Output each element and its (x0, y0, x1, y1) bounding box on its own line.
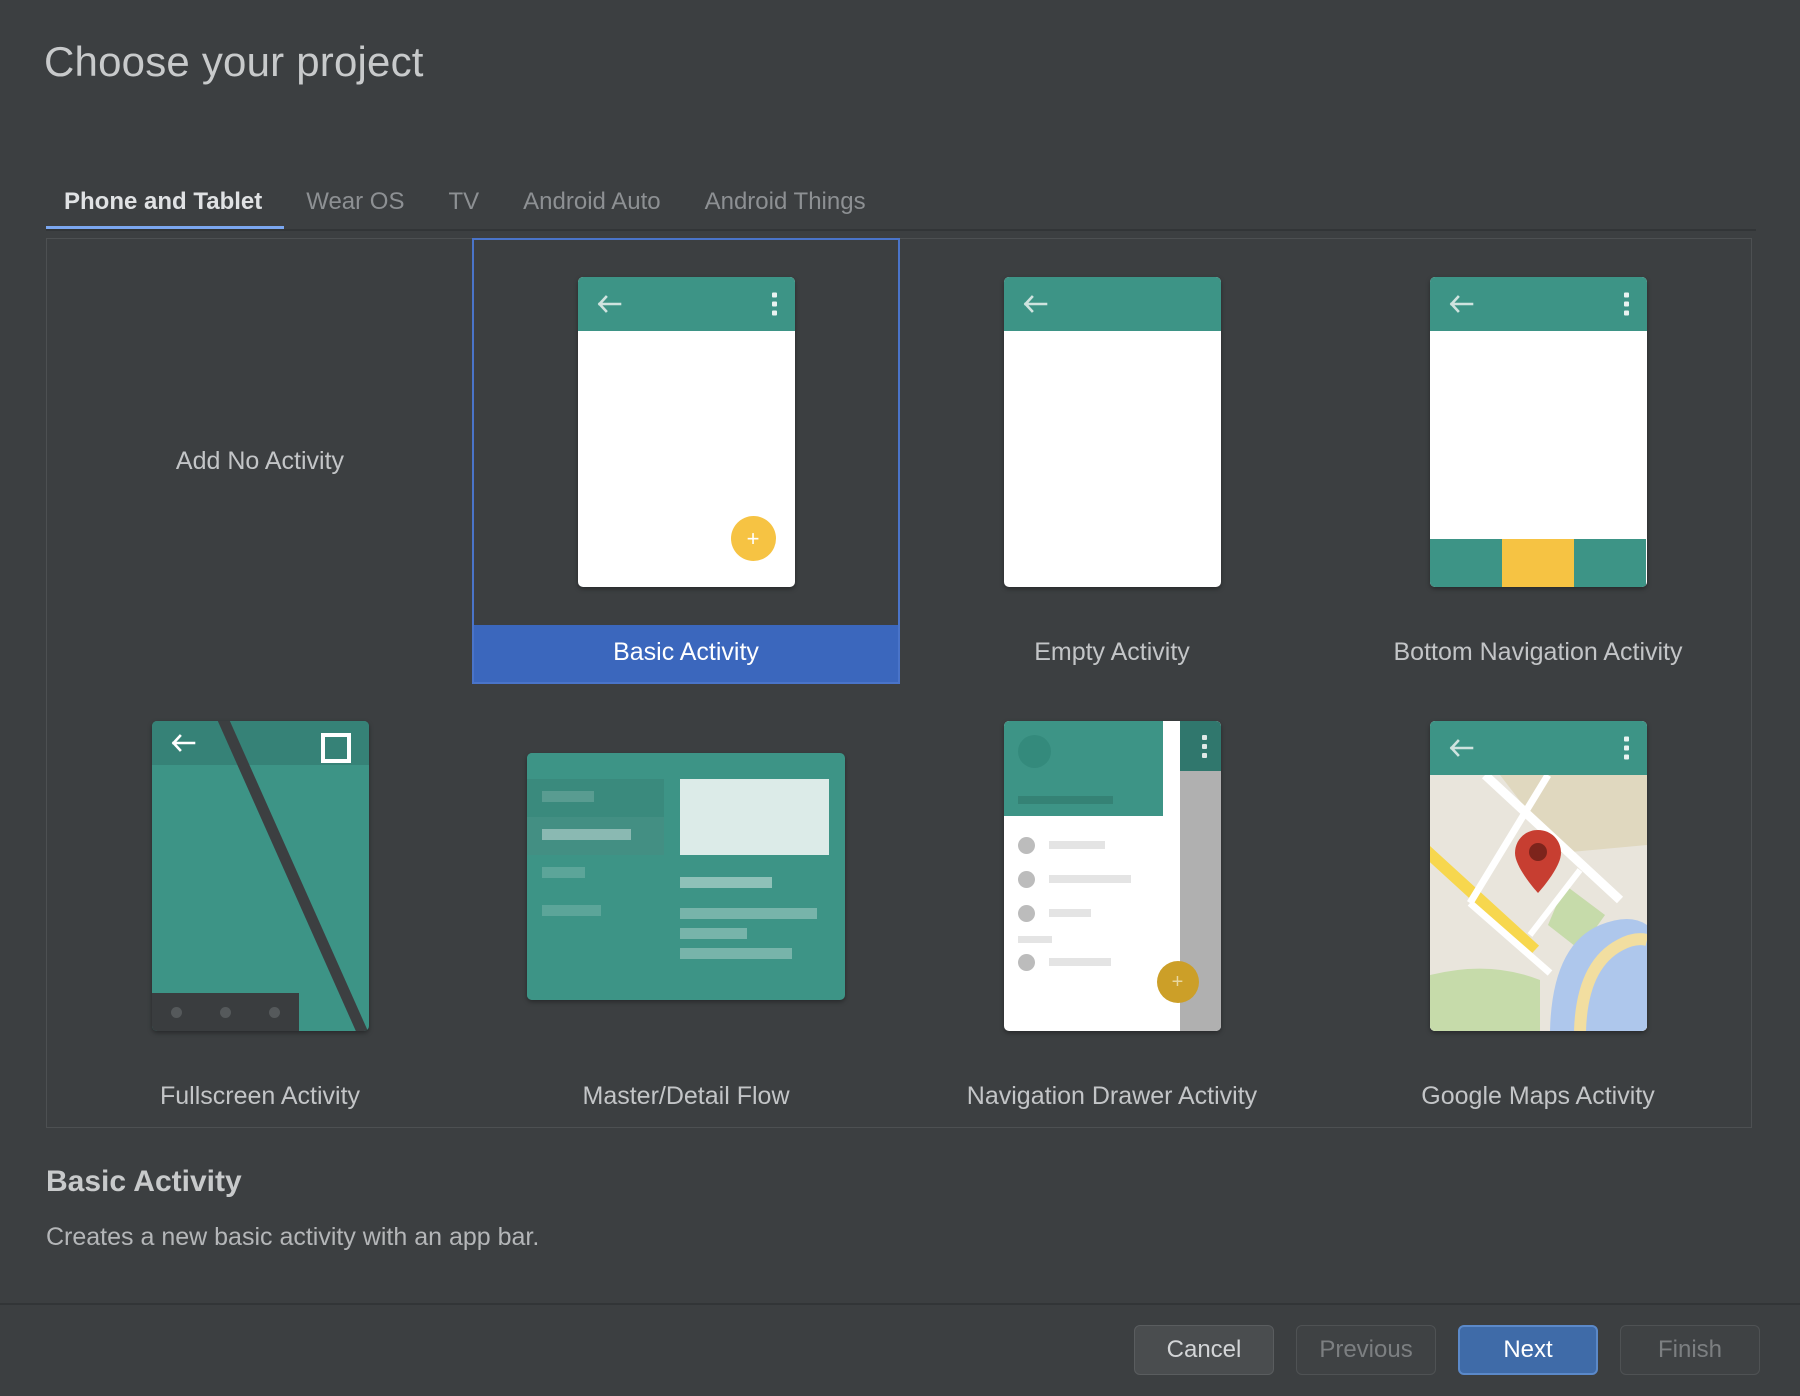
template-grid-panel: Add No Activity + Basic Activity (46, 238, 1752, 1128)
fab-plus-glyph: + (1172, 972, 1184, 992)
list-item (527, 855, 664, 893)
list-item (527, 893, 664, 931)
tab-tv[interactable]: TV (426, 188, 501, 230)
template-card-navigation-drawer-activity[interactable]: + Navigation Drawer Activity (899, 683, 1325, 1127)
overflow-menu-icon (1624, 293, 1629, 316)
app-bar (1430, 277, 1647, 331)
finish-button: Finish (1620, 1325, 1760, 1375)
template-card-bottom-navigation-activity[interactable]: Bottom Navigation Activity (1325, 239, 1751, 683)
page-title: Choose your project (44, 38, 424, 86)
drawer-section-label (1018, 936, 1052, 943)
overflow-menu-icon (1624, 737, 1629, 760)
detail-pane (664, 753, 845, 1000)
back-arrow-icon (1022, 294, 1048, 314)
template-label: Fullscreen Activity (47, 1069, 473, 1127)
phone-mock (1004, 277, 1221, 587)
back-arrow-icon (596, 294, 622, 314)
thumbnail-bottom-navigation-activity (1325, 239, 1751, 625)
drawer-header-text (1018, 796, 1113, 804)
thumbnail-basic-activity: + (473, 239, 899, 625)
template-label: Bottom Navigation Activity (1325, 625, 1751, 683)
app-bar (578, 277, 795, 331)
app-bar (1430, 721, 1647, 775)
list-item (1004, 945, 1163, 979)
list-item (1004, 862, 1163, 896)
floating-action-button: + (1157, 961, 1199, 1003)
drawer-items (1004, 816, 1163, 979)
tab-divider (46, 229, 1756, 231)
overflow-menu-icon (772, 293, 777, 316)
list-item (527, 779, 664, 817)
overflow-menu-icon (1202, 735, 1207, 758)
detail-image (680, 779, 829, 855)
template-card-google-maps-activity[interactable]: Google Maps Activity (1325, 683, 1751, 1127)
template-label: Empty Activity (899, 625, 1325, 683)
footer-button-bar: Cancel Previous Next Finish (1134, 1325, 1760, 1375)
template-card-empty-activity[interactable]: Empty Activity (899, 239, 1325, 683)
previous-button: Previous (1296, 1325, 1436, 1375)
tab-android-things[interactable]: Android Things (683, 188, 888, 230)
tablet-mock (527, 753, 845, 1000)
bottom-nav-item (1574, 539, 1646, 587)
floating-action-button: + (731, 516, 776, 561)
detail-heading (680, 877, 773, 888)
system-nav-bar (152, 993, 300, 1031)
thumbnail-fullscreen-activity (47, 683, 473, 1069)
template-label: Google Maps Activity (1325, 1069, 1751, 1127)
template-label: Navigation Drawer Activity (899, 1069, 1325, 1127)
cancel-button[interactable]: Cancel (1134, 1325, 1274, 1375)
detail-text (680, 928, 747, 939)
bottom-nav-item (1430, 539, 1502, 587)
footer-separator (0, 1303, 1800, 1305)
back-arrow-icon (1448, 294, 1474, 314)
template-grid: Add No Activity + Basic Activity (47, 239, 1751, 1127)
template-card-basic-activity[interactable]: + Basic Activity (473, 239, 899, 683)
next-button[interactable]: Next (1458, 1325, 1598, 1375)
detail-text (680, 908, 817, 919)
avatar (1018, 735, 1051, 768)
tab-wear-os[interactable]: Wear OS (284, 188, 426, 230)
master-list-pane (527, 753, 664, 1000)
phone-mock (1430, 277, 1647, 587)
template-card-add-no-activity[interactable]: Add No Activity (47, 239, 473, 683)
app-bar (1004, 277, 1221, 331)
drawer-header (1004, 721, 1163, 816)
thumbnail-empty-activity (899, 239, 1325, 625)
back-arrow-icon (1448, 738, 1474, 758)
template-label: Basic Activity (473, 625, 899, 683)
phone-mock: + (578, 277, 795, 587)
map-canvas (1430, 775, 1647, 1031)
template-card-master-detail-flow[interactable]: Master/Detail Flow (473, 683, 899, 1127)
bottom-nav-item-active (1502, 539, 1574, 587)
description-text: Creates a new basic activity with an app… (46, 1223, 539, 1252)
template-label: Add No Activity (176, 447, 344, 476)
thumbnail-navigation-drawer-activity: + (899, 683, 1325, 1069)
description-title: Basic Activity (46, 1165, 242, 1199)
list-item-selected (527, 817, 664, 855)
template-label: Master/Detail Flow (473, 1069, 899, 1127)
list-item (1004, 896, 1163, 930)
tab-bar: Phone and Tablet Wear OS TV Android Auto… (46, 170, 888, 230)
thumbnail-master-detail-flow (473, 683, 899, 1069)
decorative-diagonal (200, 721, 369, 1031)
thumbnail-none: Add No Activity (47, 239, 473, 683)
list-item (1004, 828, 1163, 862)
template-card-fullscreen-activity[interactable]: Fullscreen Activity (47, 683, 473, 1127)
tab-android-auto[interactable]: Android Auto (501, 188, 682, 230)
detail-text (680, 948, 792, 959)
back-arrow-icon (170, 733, 196, 753)
thumbnail-google-maps-activity (1325, 683, 1751, 1069)
app-bar (1180, 721, 1221, 771)
phone-mock (152, 721, 369, 1031)
fullscreen-expand-icon (321, 733, 351, 763)
phone-mock: + (1004, 721, 1221, 1031)
phone-mock (1430, 721, 1647, 1031)
tab-phone-and-tablet[interactable]: Phone and Tablet (46, 188, 284, 230)
bottom-navigation-bar (1430, 539, 1647, 587)
